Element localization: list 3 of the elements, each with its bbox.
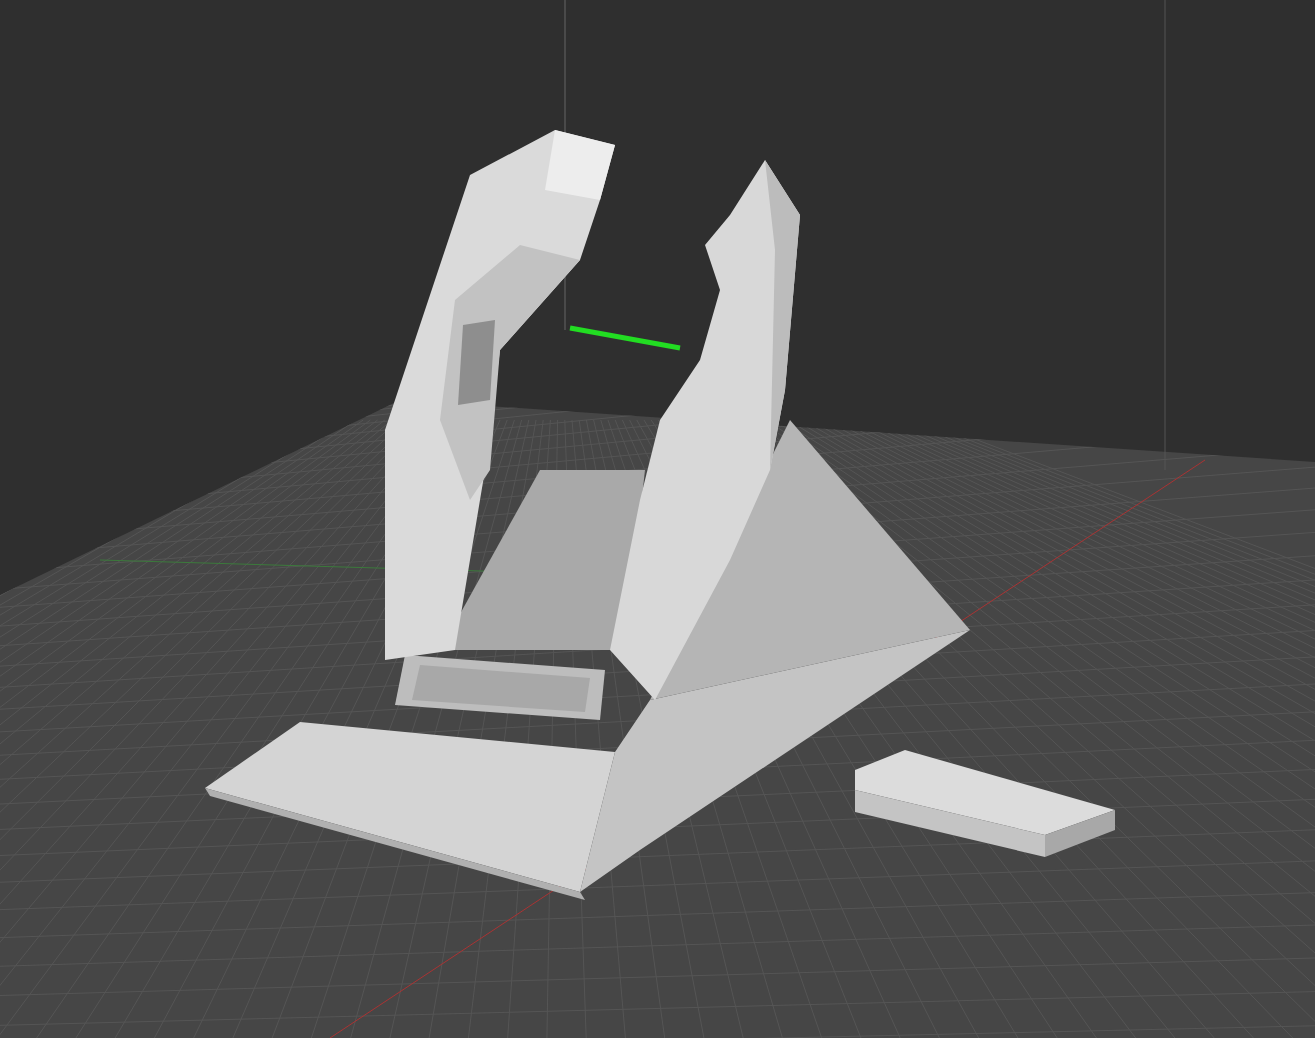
stand-model-drawing[interactable] [205,130,970,900]
3d-viewport[interactable] [0,0,1315,1038]
block-model-drawing[interactable] [855,750,1115,857]
